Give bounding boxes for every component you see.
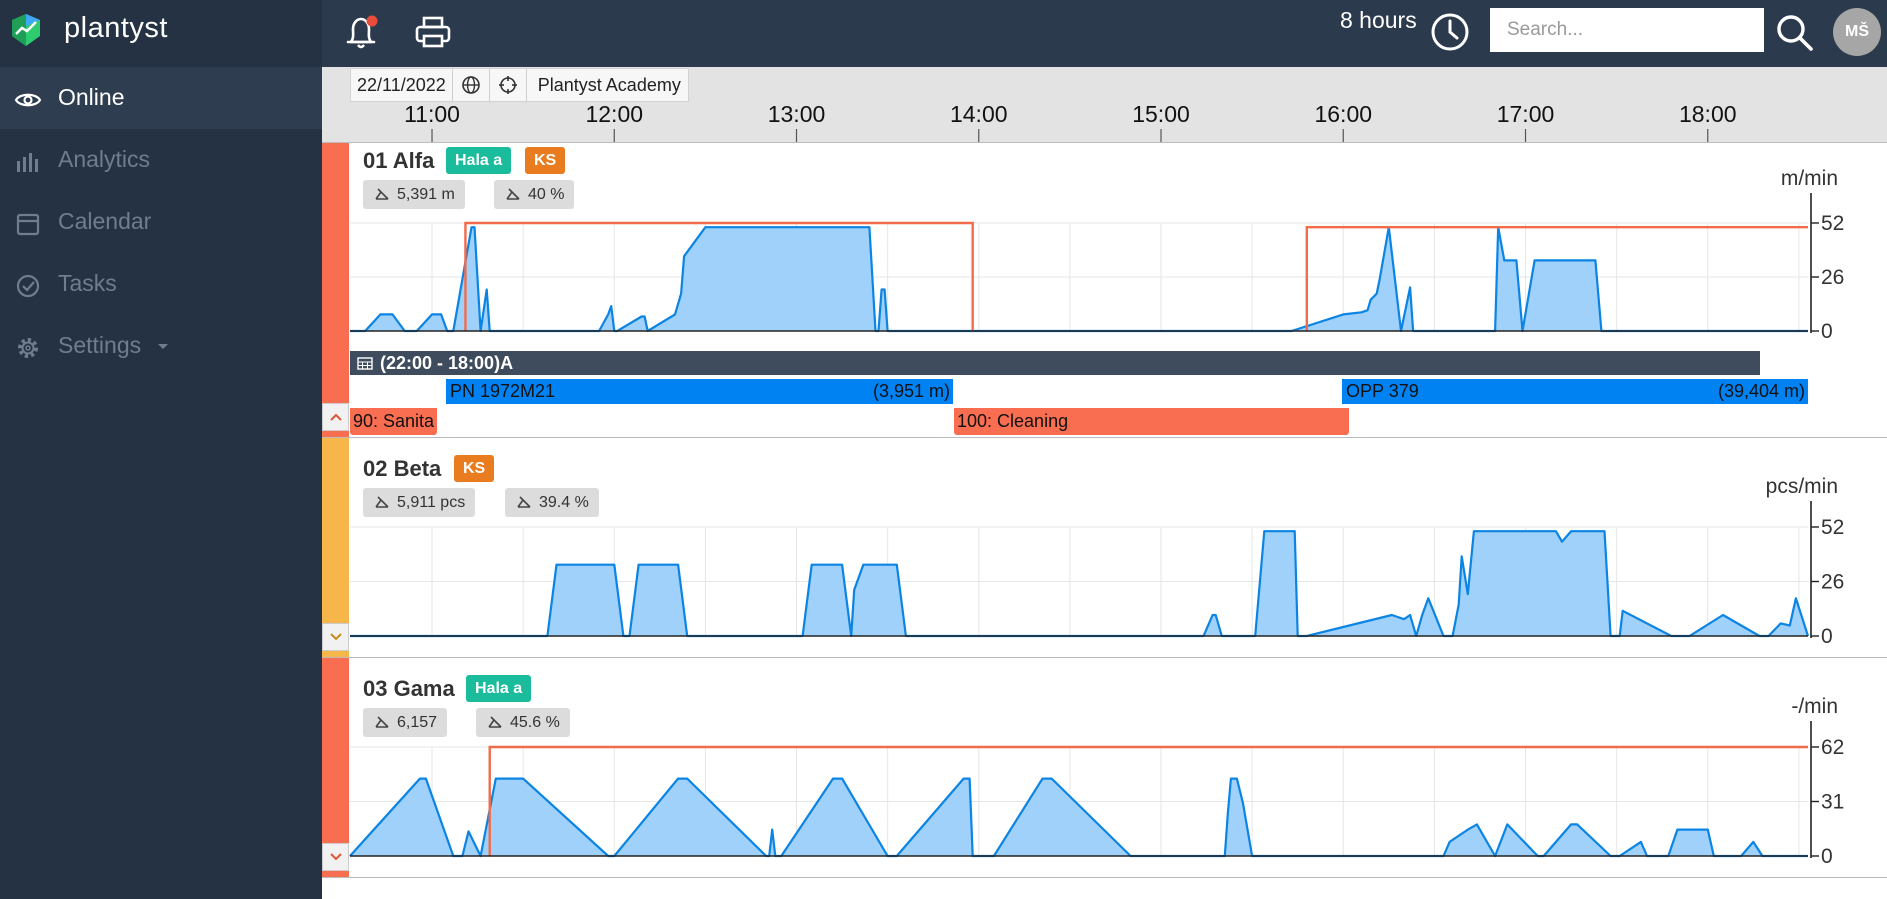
- speed-chart-gama: 0 31 62: [349, 721, 1844, 868]
- y-tick-label: 0: [1821, 845, 1833, 868]
- y-tick-label: 31: [1821, 791, 1844, 814]
- chevron-down-icon: [158, 344, 168, 349]
- nav-item-tasks[interactable]: Tasks: [0, 253, 322, 315]
- nav-label-settings: Settings: [58, 332, 142, 358]
- y-tick-label: 0: [1821, 625, 1833, 648]
- factory-selector[interactable]: Plantyst Academy: [525, 69, 688, 101]
- time-tick-label: 11:00: [404, 101, 460, 127]
- globe-icon: [461, 76, 480, 94]
- y-tick-label: 52: [1821, 516, 1844, 539]
- machine-name[interactable]: 02 Beta: [363, 456, 441, 482]
- gear-icon: [18, 338, 38, 358]
- y-tick-label: 26: [1821, 571, 1844, 594]
- event-bar[interactable]: 100: Cleaning: [954, 408, 1349, 435]
- event-bar[interactable]: 90: Sanita: [350, 408, 437, 435]
- check-circle-icon: [16, 274, 40, 298]
- nav-item-analytics[interactable]: Analytics: [0, 129, 322, 191]
- tag-hala-a[interactable]: Hala a: [446, 147, 512, 174]
- y-tick-label: 52: [1821, 212, 1844, 235]
- plantyst-logo-icon: [12, 14, 40, 46]
- date-picker[interactable]: 22/11/2022: [351, 75, 452, 96]
- timeline-header: 11:00 12:00 13:00 14:00 15:00 16:00 17:00 18:00…: [322, 67, 1887, 143]
- time-tick-label: 12:00: [585, 101, 644, 127]
- brand[interactable]: plantyst: [0, 0, 322, 60]
- timezone-button[interactable]: [451, 69, 489, 101]
- machine-row-alfa: 01 Alfa Hala a KS 5,391 m 40 % m/min 0 26…: [322, 143, 1887, 438]
- tag-ks[interactable]: KS: [525, 147, 566, 174]
- nav-label-calendar: Calendar: [58, 208, 152, 234]
- machine-row-beta: 02 Beta KS 5,911 pcs 39.4 % pcs/min 0 26 5…: [322, 438, 1887, 658]
- now-button[interactable]: [488, 69, 526, 101]
- nav-label-analytics: Analytics: [58, 146, 151, 172]
- printer-icon[interactable]: [411, 10, 455, 54]
- series-area: [350, 531, 1808, 636]
- series-area: [350, 227, 1808, 331]
- time-tick-label: 18:00: [1678, 101, 1737, 127]
- machine-name[interactable]: 01 Alfa: [363, 148, 434, 174]
- time-tick-label: 16:00: [1314, 101, 1373, 127]
- tag-ks[interactable]: KS: [454, 455, 495, 482]
- y-axis-unit: m/min: [1780, 167, 1838, 190]
- brand-name: plantyst: [64, 12, 168, 44]
- y-tick-label: 0: [1821, 320, 1833, 343]
- nav-item-calendar[interactable]: Calendar: [0, 191, 322, 253]
- speed-chart-beta: 0 26 52: [350, 501, 1844, 648]
- eye-icon: [14, 93, 42, 107]
- bell-icon[interactable]: [339, 10, 383, 54]
- search-icon[interactable]: [1773, 11, 1815, 53]
- order-bar[interactable]: OPP 379 (39,404 m): [1342, 379, 1808, 404]
- y-axis-unit: pcs/min: [1765, 475, 1838, 498]
- search-input[interactable]: [1490, 8, 1764, 52]
- calendar-grid-icon: [357, 357, 373, 370]
- time-tick-label: 14:00: [949, 101, 1008, 127]
- machine-row-gama: 03 Gama Hala a 6,157 45.6 % -/min 0 31 62: [322, 658, 1887, 878]
- sidebar: plantyst Online Analytics Calendar Tasks…: [0, 0, 322, 899]
- y-tick-label: 62: [1821, 736, 1844, 759]
- clock-icon[interactable]: [1429, 11, 1471, 53]
- time-tick-label: 17:00: [1496, 101, 1555, 127]
- notification-badge: [366, 15, 378, 27]
- shift-bar[interactable]: (22:00 - 18:00)A: [350, 351, 1760, 375]
- topbar: 8 hours MŠ: [322, 0, 1887, 67]
- avatar[interactable]: MŠ: [1833, 8, 1881, 56]
- y-tick-label: 26: [1821, 266, 1844, 289]
- nav-label-online: Online: [58, 84, 125, 110]
- order-bar[interactable]: PN 1972M21 (3,951 m): [446, 379, 953, 404]
- machine-name[interactable]: 03 Gama: [363, 676, 455, 702]
- timeline-toolbar: 22/11/2022 Plantyst Academy: [350, 68, 689, 102]
- crosshair-icon: [498, 76, 517, 94]
- nav-item-online[interactable]: Online: [0, 67, 322, 129]
- main-nav: Online Analytics Calendar Tasks Settings: [0, 67, 322, 377]
- time-range-label[interactable]: 8 hours: [1340, 7, 1417, 34]
- series-area: [350, 778, 1808, 856]
- nav-label-tasks: Tasks: [58, 270, 117, 296]
- nav-item-settings[interactable]: Settings: [0, 315, 322, 377]
- calendar-icon: [16, 213, 40, 236]
- time-tick-label: 13:00: [767, 101, 826, 127]
- y-axis-unit: -/min: [1791, 695, 1838, 718]
- time-tick-label: 15:00: [1132, 101, 1190, 127]
- tag-hala-a[interactable]: Hala a: [466, 675, 532, 702]
- bar-chart-icon: [17, 153, 38, 172]
